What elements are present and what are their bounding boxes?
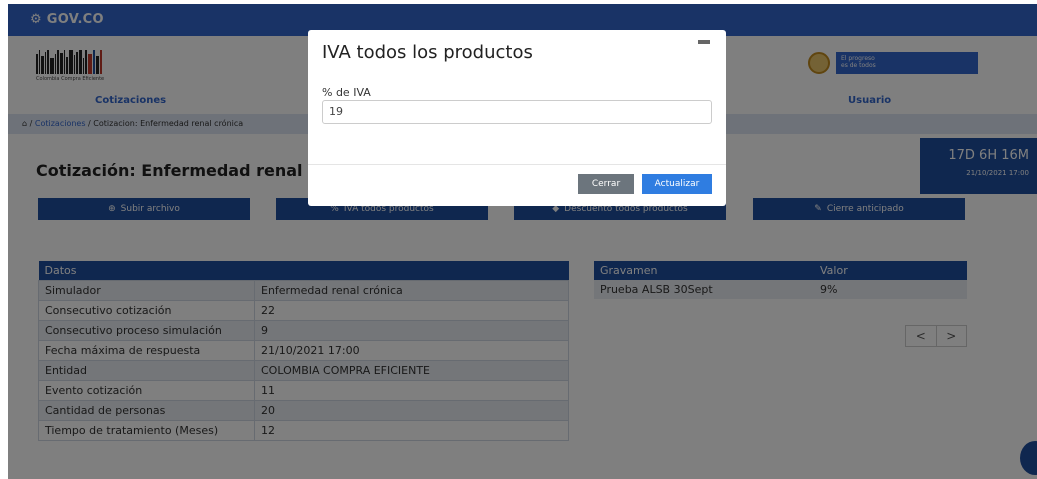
minimize-icon[interactable] (698, 40, 710, 44)
iva-input[interactable]: 19 (322, 100, 712, 124)
page: ⚙ GOV.CO Colombia Compra Eficiente Cotiz… (8, 4, 1037, 479)
modal-divider (308, 164, 726, 165)
close-button[interactable]: Cerrar (578, 174, 634, 194)
iva-modal: IVA todos los productos % de IVA 19 Cerr… (308, 30, 726, 206)
iva-label: % de IVA (322, 86, 371, 99)
update-button[interactable]: Actualizar (642, 174, 712, 194)
modal-title: IVA todos los productos (322, 42, 533, 63)
